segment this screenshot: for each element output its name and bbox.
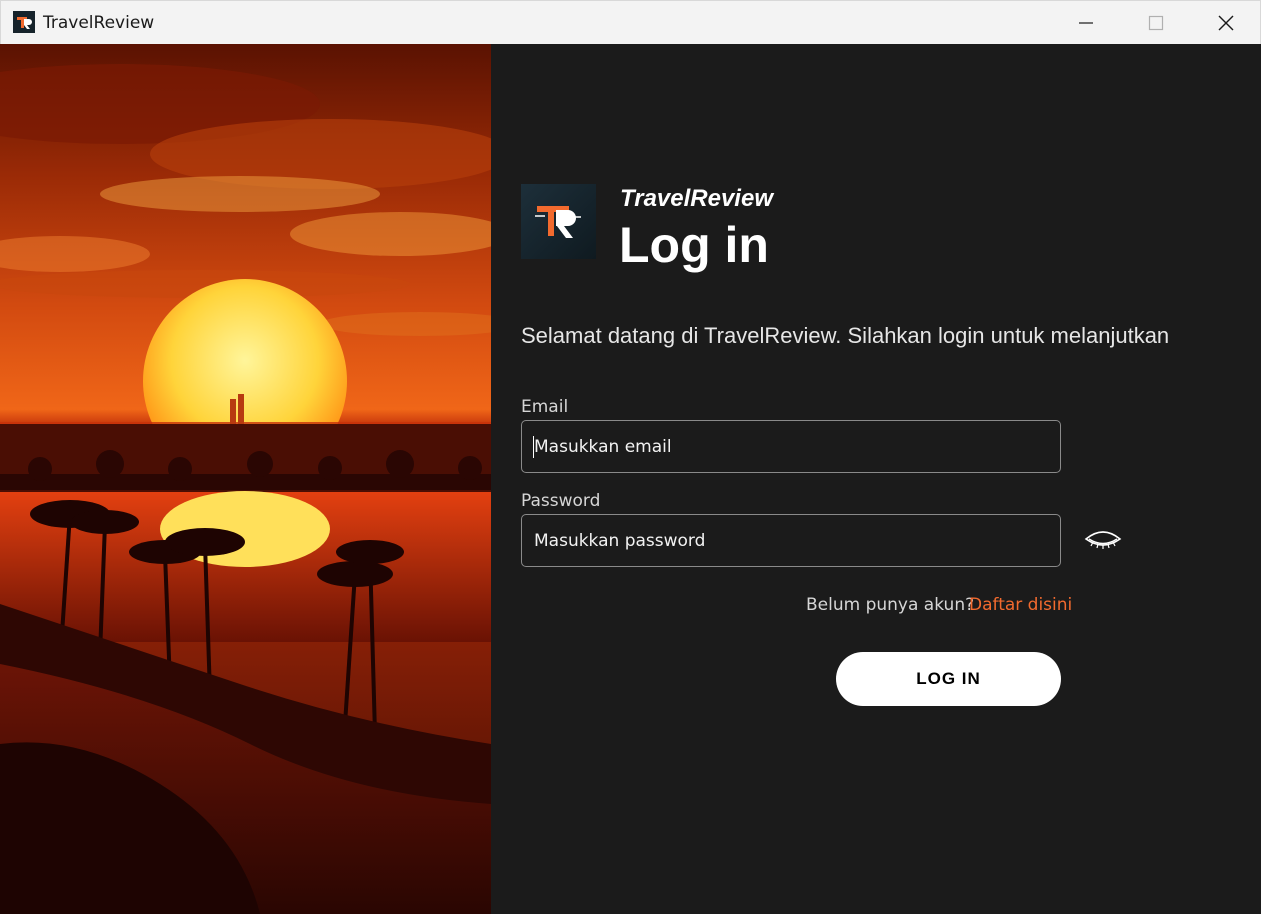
close-button[interactable] xyxy=(1191,1,1261,44)
window-titlebar: TravelReview xyxy=(0,0,1261,44)
email-label: Email xyxy=(521,397,569,417)
travelreview-logo-icon xyxy=(13,11,35,33)
password-field[interactable] xyxy=(522,515,1060,566)
maximize-button[interactable] xyxy=(1121,1,1191,44)
page-title: Log in xyxy=(619,217,769,273)
text-cursor xyxy=(533,436,534,458)
login-button[interactable]: LOG IN xyxy=(836,652,1061,706)
minimize-icon xyxy=(1079,21,1093,24)
sunset-oasis-photo xyxy=(0,44,491,914)
maximize-icon xyxy=(1148,15,1164,30)
signup-prompt: Belum punya akun? xyxy=(806,595,975,615)
signup-link[interactable]: Daftar disini xyxy=(969,595,1072,615)
login-panel: TravelReview Log in Selamat datang di Tr… xyxy=(491,44,1261,914)
password-field-container[interactable] xyxy=(521,514,1061,567)
password-label: Password xyxy=(521,491,601,511)
brand-name: TravelReview xyxy=(620,185,773,212)
email-field[interactable] xyxy=(522,421,1060,472)
welcome-message: Selamat datang di TravelReview. Silahkan… xyxy=(521,323,1170,348)
window-title: TravelReview xyxy=(43,13,155,33)
close-icon xyxy=(1218,15,1234,30)
travelreview-logo-icon xyxy=(521,184,596,259)
minimize-button[interactable] xyxy=(1051,1,1121,44)
email-field-container[interactable] xyxy=(521,420,1061,473)
eye-closed-icon[interactable] xyxy=(1084,527,1122,551)
